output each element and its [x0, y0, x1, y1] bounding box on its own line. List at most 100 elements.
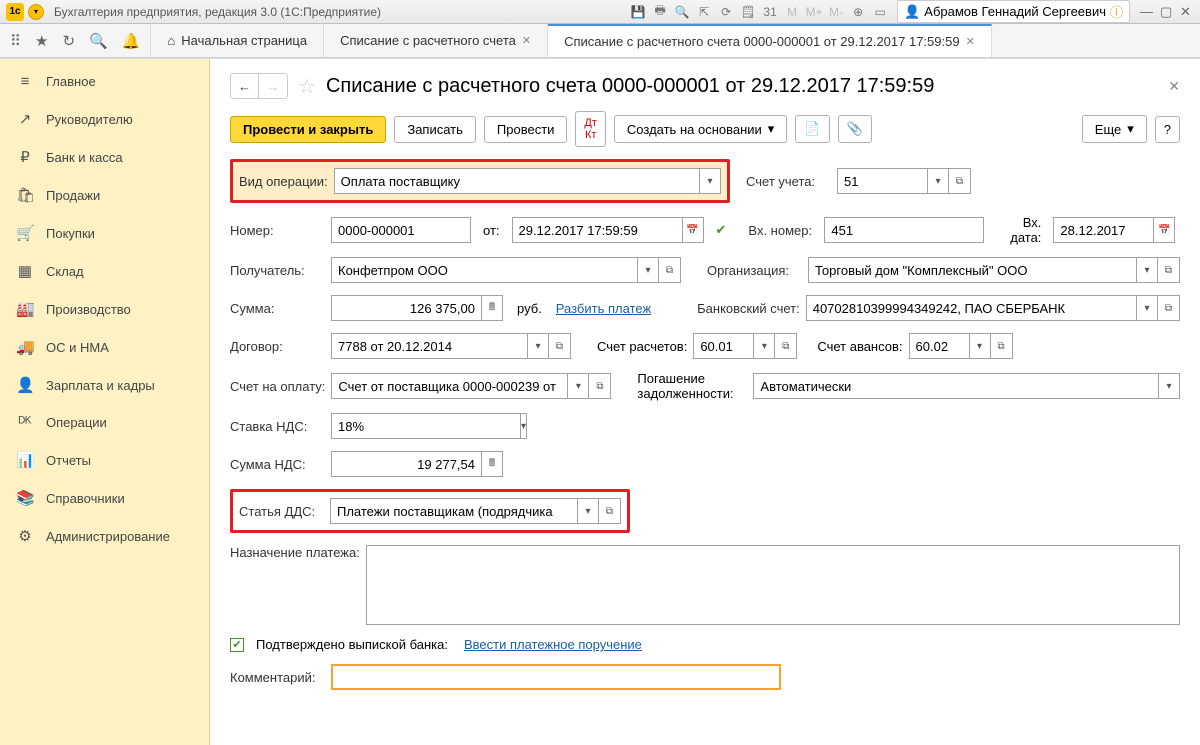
maximize-icon[interactable]: ▢: [1160, 4, 1174, 20]
dropdown-icon[interactable]: ▾: [699, 168, 721, 194]
print-icon[interactable]: 🖶: [651, 3, 669, 21]
save-icon[interactable]: 💾: [629, 3, 647, 21]
calendar-icon[interactable]: 📅: [1153, 217, 1175, 243]
sidebar-item-sales[interactable]: 🛍Продажи: [0, 176, 209, 214]
calc-icon[interactable]: 🖩: [481, 295, 503, 321]
post-and-close-button[interactable]: Провести и закрыть: [230, 116, 386, 143]
sidebar-item-production[interactable]: 🏭Производство: [0, 290, 209, 328]
dropdown-icon[interactable]: ▾: [637, 257, 659, 283]
dropdown-icon[interactable]: ▾: [1158, 373, 1180, 399]
info-icon[interactable]: ⓘ: [1110, 2, 1123, 21]
apps-icon[interactable]: ⠿: [10, 32, 21, 50]
vat-rate-input[interactable]: [331, 413, 520, 439]
confirmed-checkbox[interactable]: ✔: [230, 638, 244, 652]
calendar-icon[interactable]: 31: [761, 3, 779, 21]
sum-input[interactable]: [331, 295, 481, 321]
dropdown-icon[interactable]: ▾: [567, 373, 589, 399]
org-input[interactable]: [808, 257, 1136, 283]
dropdown-icon[interactable]: ▾: [577, 498, 599, 524]
dropdown-icon[interactable]: ▾: [520, 413, 527, 439]
favorite-star-icon[interactable]: ☆: [298, 74, 316, 99]
sidebar-item-reference[interactable]: 📚Справочники: [0, 479, 209, 517]
bell-icon[interactable]: 🔔: [122, 32, 141, 50]
settlement-acc-input[interactable]: [693, 333, 753, 359]
close-icon[interactable]: ✕: [1180, 4, 1194, 20]
open-icon[interactable]: ⧉: [549, 333, 571, 359]
open-icon[interactable]: ⧉: [1158, 295, 1180, 321]
dropdown-icon[interactable]: ▾: [927, 168, 949, 194]
m-icon[interactable]: M: [783, 3, 801, 21]
split-payment-link[interactable]: Разбить платеж: [556, 301, 651, 316]
bank-account-input[interactable]: [806, 295, 1136, 321]
back-icon[interactable]: ←: [231, 74, 259, 98]
invoice-input[interactable]: [331, 373, 567, 399]
open-icon[interactable]: ⧉: [949, 168, 971, 194]
file-button[interactable]: 📄: [795, 115, 829, 143]
sidebar-item-reports[interactable]: 📊Отчеты: [0, 441, 209, 479]
create-based-button[interactable]: Создать на основании ▾: [614, 115, 787, 143]
dropdown-icon[interactable]: ▾: [1136, 257, 1158, 283]
forward-icon[interactable]: →: [259, 74, 287, 98]
refresh-icon[interactable]: ⟳: [717, 3, 735, 21]
page-close-icon[interactable]: ✕: [1168, 78, 1180, 95]
enter-order-link[interactable]: Ввести платежное поручение: [464, 637, 642, 652]
in-date-input[interactable]: [1053, 217, 1153, 243]
calendar-icon[interactable]: 📅: [682, 217, 704, 243]
advance-acc-input[interactable]: [909, 333, 969, 359]
m-plus-icon[interactable]: M+: [805, 3, 823, 21]
search-icon[interactable]: 🔍: [89, 32, 108, 50]
dropdown-icon[interactable]: ▾: [969, 333, 991, 359]
export-icon[interactable]: ⇱: [695, 3, 713, 21]
sidebar-item-payroll[interactable]: 👤Зарплата и кадры: [0, 366, 209, 404]
account-input[interactable]: [837, 168, 927, 194]
debt-input[interactable]: [753, 373, 1158, 399]
zoom-icon[interactable]: ⊕: [849, 3, 867, 21]
dropdown-icon[interactable]: ▾: [753, 333, 775, 359]
sidebar-item-admin[interactable]: ⚙Администрирование: [0, 517, 209, 555]
sidebar-item-assets[interactable]: 🚚ОС и НМА: [0, 328, 209, 366]
help-button[interactable]: ?: [1155, 116, 1180, 143]
vat-sum-input[interactable]: [331, 451, 481, 477]
dropdown-icon[interactable]: ▾: [527, 333, 549, 359]
calc-icon[interactable]: 🖩: [481, 451, 503, 477]
tab-home[interactable]: ⌂ Начальная страница: [151, 24, 324, 57]
purpose-textarea[interactable]: [366, 545, 1180, 625]
sidebar-item-main[interactable]: ≡Главное: [0, 63, 209, 100]
tab-writeoff[interactable]: Списание с расчетного счета ✕: [324, 24, 548, 57]
save-button[interactable]: Записать: [394, 116, 476, 143]
tab-writeoff-doc[interactable]: Списание с расчетного счета 0000-000001 …: [548, 24, 992, 57]
dropdown-icon[interactable]: ▾: [1136, 295, 1158, 321]
user-bar[interactable]: 👤 Абрамов Геннадий Сергеевич ⓘ: [897, 0, 1130, 23]
open-icon[interactable]: ⧉: [775, 333, 797, 359]
recipient-input[interactable]: [331, 257, 637, 283]
open-icon[interactable]: ⧉: [1158, 257, 1180, 283]
sidebar-item-warehouse[interactable]: ▦Склад: [0, 252, 209, 290]
dds-input[interactable]: [330, 498, 577, 524]
open-icon[interactable]: ⧉: [991, 333, 1013, 359]
menu-dropdown-icon[interactable]: ▾: [28, 4, 44, 20]
number-input[interactable]: [331, 217, 471, 243]
dtkt-button[interactable]: ДтКт: [575, 111, 606, 147]
attach-button[interactable]: 📎: [838, 115, 872, 143]
open-icon[interactable]: ⧉: [659, 257, 681, 283]
open-icon[interactable]: ⧉: [599, 498, 621, 524]
calc-icon[interactable]: 🗒: [739, 3, 757, 21]
layout-icon[interactable]: ▭: [871, 3, 889, 21]
history-icon[interactable]: ↻: [62, 32, 75, 50]
m-minus-icon[interactable]: M-: [827, 3, 845, 21]
sidebar-item-operations[interactable]: ᴰᴷОперации: [0, 404, 209, 441]
minimize-icon[interactable]: —: [1140, 4, 1154, 20]
post-button[interactable]: Провести: [484, 116, 568, 143]
date-input[interactable]: [512, 217, 682, 243]
op-type-input[interactable]: [334, 168, 699, 194]
star-icon[interactable]: ★: [35, 32, 48, 50]
more-button[interactable]: Еще ▾: [1082, 115, 1147, 143]
comment-input[interactable]: [331, 664, 781, 690]
tab-close-icon[interactable]: ✕: [966, 35, 975, 48]
preview-icon[interactable]: 🔍: [673, 3, 691, 21]
open-icon[interactable]: ⧉: [589, 373, 611, 399]
tab-close-icon[interactable]: ✕: [522, 34, 531, 47]
contract-input[interactable]: [331, 333, 527, 359]
in-number-input[interactable]: [824, 217, 984, 243]
sidebar-item-manager[interactable]: ↗Руководителю: [0, 100, 209, 138]
